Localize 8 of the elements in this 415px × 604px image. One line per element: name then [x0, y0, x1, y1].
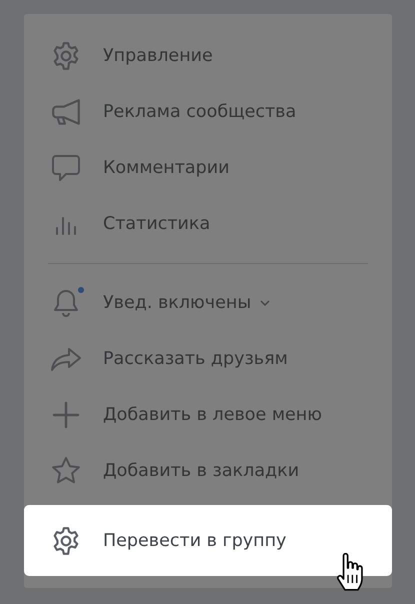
- menu-item[interactable]: Статистика: [24, 196, 392, 252]
- menu-item[interactable]: Увед. включены: [24, 275, 392, 331]
- menu-item[interactable]: Реклама сообщества: [24, 84, 392, 140]
- menu-item[interactable]: Управление: [24, 28, 392, 84]
- menu-item[interactable]: Добавить в закладки: [24, 443, 392, 499]
- menu-item[interactable]: Комментарии: [24, 140, 392, 196]
- menu-item[interactable]: Рассказать друзьям: [24, 331, 392, 387]
- menu-item[interactable]: Добавить в левое меню: [24, 387, 392, 443]
